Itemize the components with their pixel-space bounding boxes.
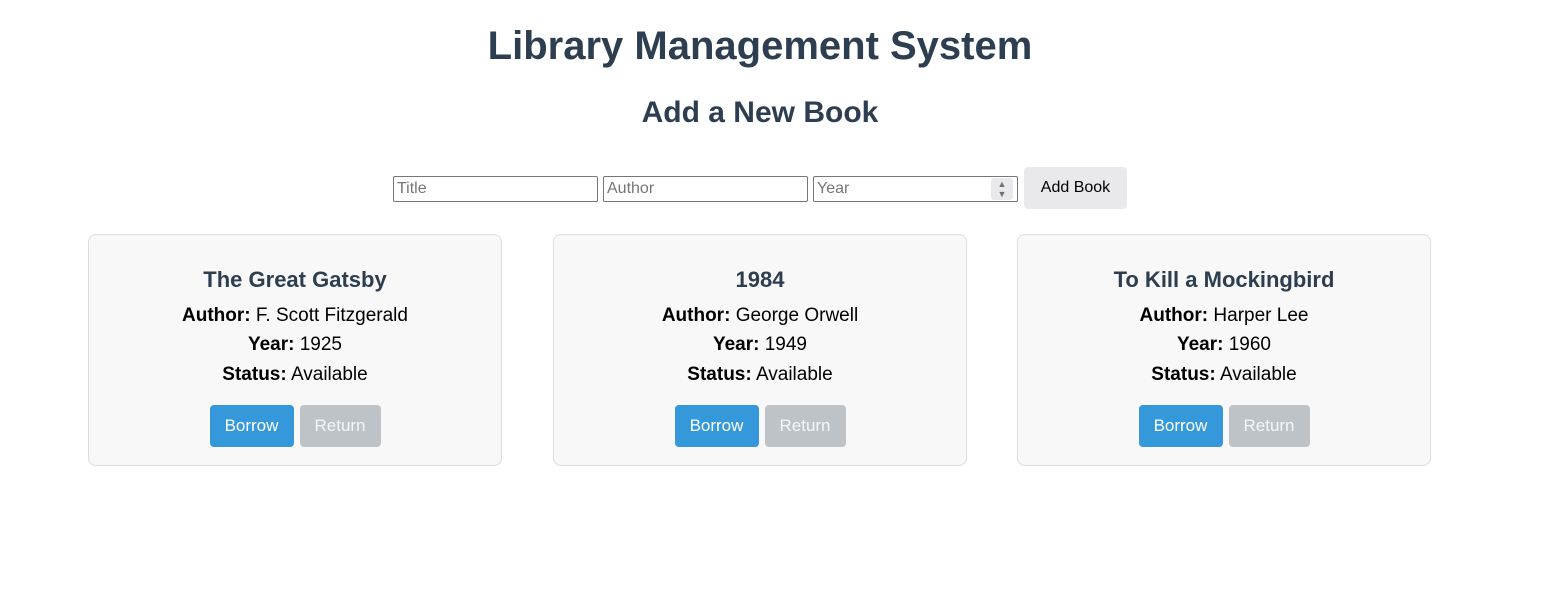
book-actions: Borrow Return	[554, 405, 966, 447]
book-card: 1984 Author: George Orwell Year: 1949 St…	[553, 234, 967, 466]
year-value: 1925	[299, 334, 343, 355]
add-book-form: ▲▼ Add Book	[393, 167, 1133, 209]
year-label: Year:	[1176, 334, 1224, 355]
status-label: Status:	[222, 364, 287, 385]
add-book-heading: Add a New Book	[641, 96, 879, 129]
book-status: Status: Available	[1018, 363, 1430, 387]
author-label: Author:	[182, 305, 251, 326]
author-value: Harper Lee	[1213, 305, 1309, 326]
book-author: Author: George Orwell	[554, 304, 966, 328]
status-value: Available	[755, 364, 833, 385]
author-label: Author:	[661, 305, 731, 326]
stepper-arrows-icon[interactable]: ▲ ▼	[991, 178, 1013, 200]
status-value: Available	[290, 364, 368, 385]
year-label: Year:	[712, 334, 760, 355]
return-button[interactable]: Return	[299, 405, 381, 447]
add-book-button[interactable]: Add Book	[1024, 167, 1127, 209]
book-title: To Kill a Mockingbird	[1113, 267, 1335, 292]
book-status: Status: Available	[89, 363, 501, 387]
return-button[interactable]: Return	[764, 405, 846, 447]
book-year: Year: 1960	[1018, 333, 1430, 357]
book-year: Year: 1925	[89, 333, 501, 357]
year-value: 1960	[1228, 334, 1272, 355]
book-actions: Borrow Return	[89, 405, 501, 447]
borrow-button[interactable]: Borrow	[1138, 405, 1223, 447]
book-title: The Great Gatsby	[203, 267, 387, 292]
book-actions: Borrow Return	[1018, 405, 1430, 447]
borrow-button[interactable]: Borrow	[209, 405, 294, 447]
book-author: Author: F. Scott Fitzgerald	[89, 304, 501, 328]
book-year: Year: 1949	[554, 333, 966, 357]
borrow-button[interactable]: Borrow	[674, 405, 759, 447]
year-label: Year:	[247, 334, 295, 355]
year-input[interactable]	[813, 176, 1018, 202]
author-value: George Orwell	[735, 305, 859, 326]
title-input[interactable]	[393, 176, 598, 202]
book-card: To Kill a Mockingbird Author: Harper Lee…	[1017, 234, 1431, 466]
status-value: Available	[1219, 364, 1297, 385]
author-label: Author:	[1139, 305, 1209, 326]
book-title: 1984	[735, 267, 785, 292]
page-title: Library Management System	[487, 24, 1033, 68]
book-status: Status: Available	[554, 363, 966, 387]
status-label: Status:	[687, 364, 752, 385]
year-value: 1949	[764, 334, 808, 355]
author-value: F. Scott Fitzgerald	[255, 305, 408, 326]
return-button[interactable]: Return	[1228, 405, 1310, 447]
book-author: Author: Harper Lee	[1018, 304, 1430, 328]
author-input[interactable]	[603, 176, 808, 202]
status-label: Status:	[1151, 364, 1216, 385]
book-card: The Great Gatsby Author: F. Scott Fitzge…	[88, 234, 502, 466]
